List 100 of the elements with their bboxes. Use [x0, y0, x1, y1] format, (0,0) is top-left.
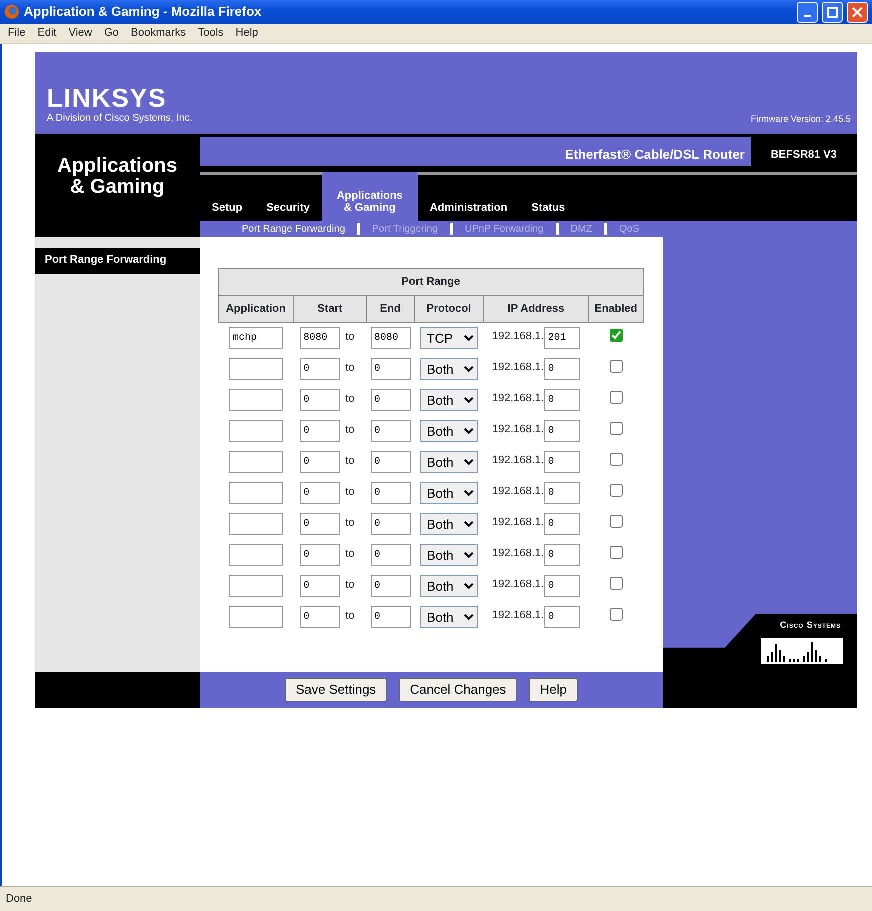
save-button[interactable]: Save Settings	[284, 678, 388, 702]
enabled-checkbox[interactable]	[610, 390, 623, 404]
application-field[interactable]	[229, 389, 284, 411]
start-port-field[interactable]: 0	[300, 606, 340, 628]
ip-field[interactable]: 0	[544, 513, 580, 535]
enabled-checkbox[interactable]	[610, 360, 623, 373]
enabled-checkbox[interactable]	[610, 576, 623, 590]
start-port-field[interactable]: 0	[300, 451, 340, 473]
enabled-checkbox[interactable]	[610, 452, 623, 466]
menu-item[interactable]: Help	[230, 25, 264, 42]
application-field[interactable]	[229, 513, 284, 535]
protocol-select[interactable]: Both	[420, 451, 478, 473]
application-field[interactable]	[229, 482, 284, 504]
application-field[interactable]	[229, 420, 284, 442]
status-text: Done	[0, 886, 872, 911]
protocol-select[interactable]: Both	[420, 389, 478, 411]
to-label: to	[346, 578, 355, 590]
ip-field[interactable]: 0	[544, 606, 580, 628]
maximize-icon	[827, 6, 838, 18]
ip-field[interactable]: 0	[544, 420, 580, 442]
enabled-checkbox[interactable]	[610, 608, 623, 621]
end-port-field[interactable]: 0	[370, 358, 411, 380]
end-port-field[interactable]: 0	[370, 482, 411, 504]
product-name: Etherfast® Cable/DSL Router	[200, 137, 751, 166]
ip-field[interactable]: 0	[544, 544, 580, 566]
to-label: to	[346, 392, 355, 404]
application-field[interactable]	[229, 575, 284, 597]
ip-field[interactable]: 0	[544, 358, 580, 380]
start-port-field[interactable]: 0	[300, 420, 340, 442]
application-field[interactable]	[229, 358, 284, 380]
protocol-select[interactable]: Both	[420, 482, 478, 504]
protocol-select[interactable]: Both	[420, 575, 478, 597]
ip-field[interactable]: 201	[544, 327, 580, 350]
cancel-button[interactable]: Cancel Changes	[399, 678, 518, 702]
menu-item[interactable]: Edit	[32, 25, 63, 42]
protocol-select[interactable]: TCP	[420, 327, 478, 350]
end-port-field[interactable]: 0	[370, 513, 411, 535]
start-port-field[interactable]: 0	[300, 575, 340, 597]
start-port-field[interactable]: 0	[300, 513, 340, 535]
to-label: to	[346, 548, 355, 560]
sub-tab[interactable]: Port Range Forwarding	[230, 222, 358, 237]
start-port-field[interactable]: 0	[300, 482, 340, 504]
cisco-logo: Cisco Systems	[780, 618, 841, 632]
nav-tab[interactable]: Applications & Gaming	[322, 172, 418, 222]
ip-field[interactable]: 0	[544, 451, 580, 473]
to-label: to	[346, 424, 355, 436]
maximize-button[interactable]	[822, 2, 843, 22]
column-heading: Protocol	[414, 296, 484, 322]
end-port-field[interactable]: 8080	[370, 327, 411, 350]
ip-prefix: 192.168.1.	[492, 392, 544, 404]
enabled-checkbox[interactable]	[610, 484, 623, 497]
minimize-icon	[804, 14, 811, 16]
end-port-field[interactable]: 0	[370, 389, 411, 411]
close-icon	[852, 6, 863, 18]
menu-item[interactable]: Bookmarks	[125, 25, 192, 42]
close-button[interactable]	[847, 2, 868, 22]
application-field[interactable]	[229, 451, 284, 473]
menu-item[interactable]: Go	[98, 25, 126, 42]
protocol-select[interactable]: Both	[420, 358, 478, 380]
end-port-field[interactable]: 0	[370, 544, 411, 566]
column-heading: End	[366, 296, 414, 322]
ip-field[interactable]: 0	[544, 482, 580, 504]
ip-prefix: 192.168.1.	[492, 578, 544, 590]
to-label: to	[346, 362, 355, 374]
to-label: to	[346, 610, 355, 622]
logo: LINKSYS	[47, 85, 168, 111]
enabled-checkbox[interactable]	[610, 422, 623, 435]
start-port-field[interactable]: 0	[300, 389, 340, 411]
menu-item[interactable]: View	[62, 25, 98, 42]
ip-field[interactable]: 0	[544, 575, 580, 597]
enabled-checkbox[interactable]	[610, 546, 623, 559]
sidebar-label: Port Range Forwarding	[35, 248, 200, 274]
end-port-field[interactable]: 0	[370, 420, 411, 442]
nav-tab[interactable]: Administration	[418, 175, 520, 222]
nav-tab[interactable]: Security	[254, 175, 322, 222]
ip-prefix: 192.168.1.	[492, 454, 544, 466]
firmware-version: Firmware Version: 2.45.5	[750, 112, 851, 126]
end-port-field[interactable]: 0	[370, 575, 411, 597]
application-field[interactable]: mchp	[229, 327, 284, 350]
protocol-select[interactable]: Both	[420, 513, 478, 535]
nav-tab[interactable]: Status	[520, 175, 578, 222]
start-port-field[interactable]: 0	[300, 544, 340, 566]
menu-item[interactable]: File	[2, 25, 32, 42]
protocol-select[interactable]: Both	[420, 606, 478, 628]
end-port-field[interactable]: 0	[370, 451, 411, 473]
end-port-field[interactable]: 0	[370, 606, 411, 628]
menu-item[interactable]: Tools	[192, 25, 230, 42]
application-field[interactable]	[229, 544, 284, 566]
application-field[interactable]	[229, 606, 284, 628]
nav-tab[interactable]: Setup	[200, 175, 255, 222]
minimize-button[interactable]	[797, 2, 818, 22]
ip-prefix: 192.168.1.	[492, 330, 544, 343]
start-port-field[interactable]: 0	[300, 358, 340, 380]
help-button[interactable]: Help	[529, 678, 578, 702]
enabled-checkbox[interactable]	[610, 329, 623, 342]
enabled-checkbox[interactable]	[610, 514, 623, 528]
protocol-select[interactable]: Both	[420, 544, 478, 566]
protocol-select[interactable]: Both	[420, 420, 478, 442]
start-port-field[interactable]: 8080	[300, 327, 340, 350]
ip-field[interactable]: 0	[544, 389, 580, 411]
